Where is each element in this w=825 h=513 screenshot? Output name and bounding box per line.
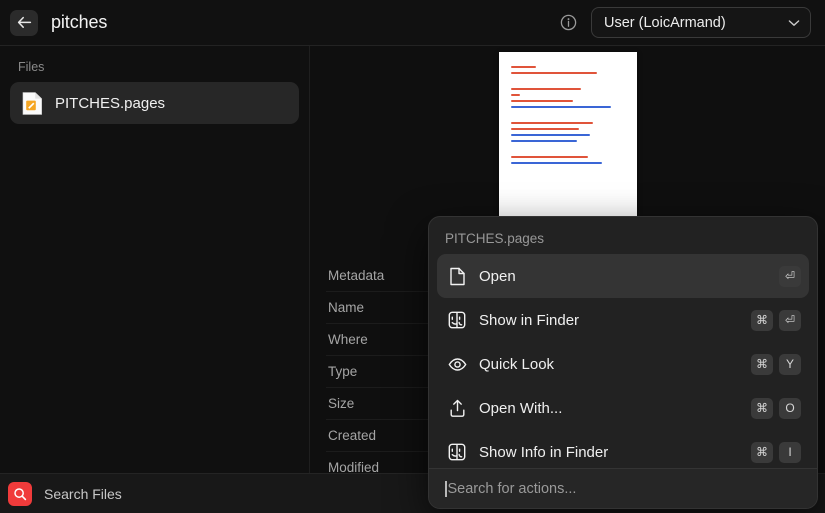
action-item-shortcut: ⌘I xyxy=(751,442,801,463)
actions-context-menu: PITCHES.pages Open⏎Show in Finder⌘⏎Quick… xyxy=(428,216,818,509)
preview-text-line xyxy=(511,72,598,74)
key-o: O xyxy=(779,398,801,419)
key-i: I xyxy=(779,442,801,463)
document-preview-thumbnail xyxy=(499,52,637,242)
metadata-key: Metadata xyxy=(328,268,384,283)
key-return: ⏎ xyxy=(779,310,801,331)
action-item-shortcut: ⏎ xyxy=(779,266,801,287)
actions-search-placeholder: Search for actions... xyxy=(448,481,577,497)
back-button[interactable] xyxy=(10,10,38,36)
preview-text-line xyxy=(511,94,520,96)
action-item-show-info-in-finder[interactable]: Show Info in Finder⌘I xyxy=(437,430,809,468)
preview-text-line xyxy=(511,140,577,142)
document-preview-area xyxy=(310,46,825,242)
pages-document-icon xyxy=(22,91,43,116)
finder-icon xyxy=(447,311,467,329)
action-item-label: Show Info in Finder xyxy=(479,444,739,461)
key-command: ⌘ xyxy=(751,398,773,419)
metadata-key: Size xyxy=(328,396,354,411)
preview-text-line xyxy=(511,106,611,108)
action-item-quick-look[interactable]: Quick Look⌘Y xyxy=(437,342,809,386)
finder-icon xyxy=(447,443,467,461)
section-header-files: Files xyxy=(10,54,299,82)
metadata-key: Created xyxy=(328,428,376,443)
action-item-open-with[interactable]: Open With...⌘O xyxy=(437,386,809,430)
action-item-shortcut: ⌘Y xyxy=(751,354,801,375)
metadata-key: Where xyxy=(328,332,368,347)
finder-icon xyxy=(448,443,466,461)
finder-icon xyxy=(448,311,466,329)
raycast-window: pitches User (LoicArmand) Files xyxy=(0,0,825,513)
share-up-icon xyxy=(449,399,466,418)
page-title: pitches xyxy=(51,12,107,33)
action-item-label: Show in Finder xyxy=(479,312,739,329)
text-caret xyxy=(445,481,447,497)
key-command: ⌘ xyxy=(751,310,773,331)
document-icon xyxy=(447,267,467,286)
key-return: ⏎ xyxy=(779,266,801,287)
preview-text-line xyxy=(511,162,602,164)
preview-text-line xyxy=(511,122,593,124)
actions-menu-title: PITCHES.pages xyxy=(429,217,817,254)
info-button[interactable] xyxy=(560,14,577,31)
key-command: ⌘ xyxy=(751,354,773,375)
arrow-left-icon xyxy=(17,16,32,29)
action-item-shortcut: ⌘O xyxy=(751,398,801,419)
eye-icon xyxy=(447,357,467,372)
window-body: Files PITCHES.pages Metadata Name Where Typ… xyxy=(0,46,825,473)
list-item-label: PITCHES.pages xyxy=(55,95,165,112)
actions-search-field[interactable]: Search for actions... xyxy=(429,468,817,508)
metadata-key: Modified xyxy=(328,460,379,473)
action-item-open[interactable]: Open ⏎ xyxy=(437,254,809,298)
window-header: pitches User (LoicArmand) xyxy=(0,0,825,46)
key-y: Y xyxy=(779,354,801,375)
preview-text-line xyxy=(511,134,591,136)
preview-text-line xyxy=(511,88,582,90)
list-item-pitches-pages[interactable]: PITCHES.pages xyxy=(10,82,299,124)
info-circle-icon xyxy=(560,14,577,31)
actions-menu-list: Open⏎Show in Finder⌘⏎Quick Look⌘YOpen Wi… xyxy=(429,254,817,468)
action-item-shortcut: ⌘⏎ xyxy=(751,310,801,331)
chevron-down-icon xyxy=(788,19,800,27)
key-command: ⌘ xyxy=(751,442,773,463)
preview-text-line xyxy=(511,128,579,130)
magnifier-icon xyxy=(13,487,27,501)
eye-icon xyxy=(448,357,467,372)
raycast-search-icon xyxy=(8,482,32,506)
share-up-icon xyxy=(447,399,467,418)
metadata-key: Name xyxy=(328,300,364,315)
file-list-sidebar: Files PITCHES.pages xyxy=(0,46,310,473)
action-item-label: Quick Look xyxy=(479,356,739,373)
preview-text-line xyxy=(511,100,574,102)
metadata-key: Type xyxy=(328,364,357,379)
preview-text-line xyxy=(511,66,536,68)
action-item-label: Open xyxy=(479,268,767,285)
user-dropdown-value: User (LoicArmand) xyxy=(604,15,788,31)
action-item-show-in-finder[interactable]: Show in Finder⌘⏎ xyxy=(437,298,809,342)
document-icon xyxy=(449,267,466,286)
action-item-label: Open With... xyxy=(479,400,739,417)
user-dropdown[interactable]: User (LoicArmand) xyxy=(591,7,811,38)
preview-text-line xyxy=(511,156,589,158)
status-bar-context-label: Search Files xyxy=(44,486,122,502)
